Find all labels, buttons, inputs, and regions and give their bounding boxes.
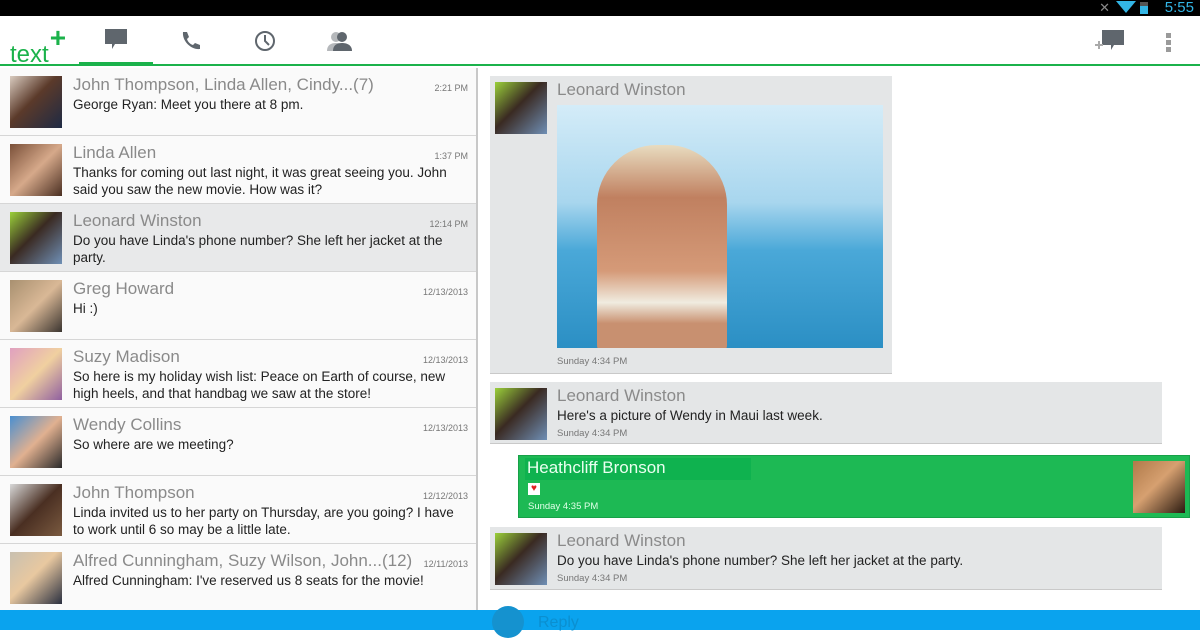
reply-bar: Reply: [0, 606, 1200, 638]
chat-icon: [105, 29, 127, 49]
conversation-item[interactable]: Alfred Cunningham, Suzy Wilson, John...(…: [0, 544, 476, 612]
avatar: [495, 388, 547, 440]
message-preview: So here is my holiday wish list: Peace o…: [73, 369, 446, 401]
conversation-item[interactable]: John Thompson, Linda Allen, Cindy...(7) 2…: [0, 68, 476, 136]
timestamp: 12/13/2013: [422, 423, 468, 433]
timestamp: 1:37 PM: [434, 151, 468, 161]
contacts-icon: [327, 32, 352, 51]
message-time: Sunday 4:34 PM: [557, 428, 628, 439]
reply-input[interactable]: Reply: [538, 614, 579, 632]
clock-icon: [255, 31, 275, 51]
app-logo: text+: [10, 22, 67, 68]
new-message-button[interactable]: [1094, 28, 1126, 59]
sender-name: Heathcliff Bronson: [525, 458, 751, 480]
avatar: [10, 552, 62, 604]
message-bubble: Leonard Winston Sunday 4:34 PM: [490, 76, 892, 374]
contact-name: Greg Howard: [73, 279, 175, 298]
message-text: Do you have Linda's phone number? She le…: [557, 553, 964, 568]
conversation-list: John Thompson, Linda Allen, Cindy...(7) 2…: [0, 68, 478, 630]
sender-name: Leonard Winston: [557, 80, 686, 99]
contact-name: John Thompson: [73, 483, 195, 502]
avatar: [1133, 461, 1185, 513]
message-preview: Do you have Linda's phone number? She le…: [73, 233, 443, 265]
avatar: [495, 533, 547, 585]
overflow-menu-button[interactable]: [1164, 31, 1174, 58]
conversation-item[interactable]: Suzy Madison 12/13/2013 So here is my holi…: [0, 340, 476, 408]
message-bubble: Leonard Winston Do you have Linda's phon…: [490, 527, 1162, 590]
timestamp: 2:21 PM: [434, 83, 468, 93]
avatar: [10, 348, 62, 400]
attach-plus-icon[interactable]: [492, 606, 524, 638]
contact-name: Linda Allen: [73, 143, 157, 162]
avatar: [10, 416, 62, 468]
sender-name: Leonard Winston: [557, 531, 686, 550]
message-preview: George Ryan: Meet you there at 8 pm.: [73, 97, 304, 112]
avatar: [10, 484, 62, 536]
sender-name: Leonard Winston: [557, 386, 686, 405]
clock: 5:55: [1164, 0, 1194, 16]
heart-emoji-icon: ♥: [528, 483, 540, 495]
phone-icon: [182, 32, 200, 50]
tab-messages[interactable]: [79, 16, 153, 66]
message-text: Here's a picture of Wendy in Maui last w…: [557, 408, 823, 423]
contact-name: Alfred Cunningham, Suzy Wilson, John...(…: [73, 551, 413, 570]
photo-attachment[interactable]: [557, 105, 883, 348]
message-preview: Hi :): [73, 301, 98, 316]
app-bar: text+: [0, 16, 1200, 68]
message-preview: Alfred Cunningham: I've reserved us 8 se…: [73, 573, 424, 588]
timestamp: 12/13/2013: [422, 355, 468, 365]
battery-icon: [1140, 2, 1148, 14]
message-time: Sunday 4:34 PM: [557, 356, 628, 367]
avatar: [10, 144, 62, 196]
conversation-item-selected[interactable]: Leonard Winston 12:14 PM Do you have Linda…: [0, 204, 476, 272]
timestamp: 12/11/2013: [423, 559, 468, 569]
timestamp: 12/12/2013: [422, 491, 468, 501]
contact-name: Wendy Collins: [73, 415, 182, 434]
conversation-item[interactable]: Wendy Collins 12/13/2013 So where are we m…: [0, 408, 476, 476]
message-time: Sunday 4:34 PM: [557, 573, 628, 584]
timestamp: 12/13/2013: [422, 287, 468, 297]
avatar: [10, 212, 62, 264]
tab-contacts[interactable]: [303, 16, 377, 66]
message-preview: Thanks for coming out last night, it was…: [73, 165, 447, 197]
avatar: [10, 280, 62, 332]
message-bubble-outgoing: Heathcliff Bronson ♥ Sunday 4:35 PM: [518, 455, 1190, 518]
new-message-icon: [1095, 30, 1124, 50]
status-bar: ✕ 5:55: [0, 0, 1200, 16]
overflow-menu-icon: [1166, 33, 1171, 52]
avatar: [495, 82, 547, 134]
mute-icon: ✕: [1099, 0, 1110, 15]
tab-history[interactable]: [228, 16, 302, 66]
contact-name: Suzy Madison: [73, 347, 180, 366]
timestamp: 12:14 PM: [429, 219, 468, 229]
tab-calls[interactable]: [153, 16, 227, 66]
wifi-icon: [1116, 1, 1136, 13]
conversation-item[interactable]: Linda Allen 1:37 PM Thanks for coming out …: [0, 136, 476, 204]
avatar: [10, 76, 62, 128]
message-preview: Linda invited us to her party on Thursda…: [73, 505, 454, 537]
contact-name: John Thompson, Linda Allen, Cindy...(7): [73, 75, 374, 94]
message-bubble: Leonard Winston Here's a picture of Wend…: [490, 382, 1162, 444]
conversation-item[interactable]: John Thompson 12/12/2013 Linda invited us …: [0, 476, 476, 544]
message-time: Sunday 4:35 PM: [528, 501, 599, 512]
conversation-item[interactable]: Greg Howard 12/13/2013 Hi :): [0, 272, 476, 340]
message-preview: So where are we meeting?: [73, 437, 234, 452]
contact-name: Leonard Winston: [73, 211, 202, 230]
message-thread: Leonard Winston Sunday 4:34 PM Leonard W…: [480, 68, 1200, 610]
